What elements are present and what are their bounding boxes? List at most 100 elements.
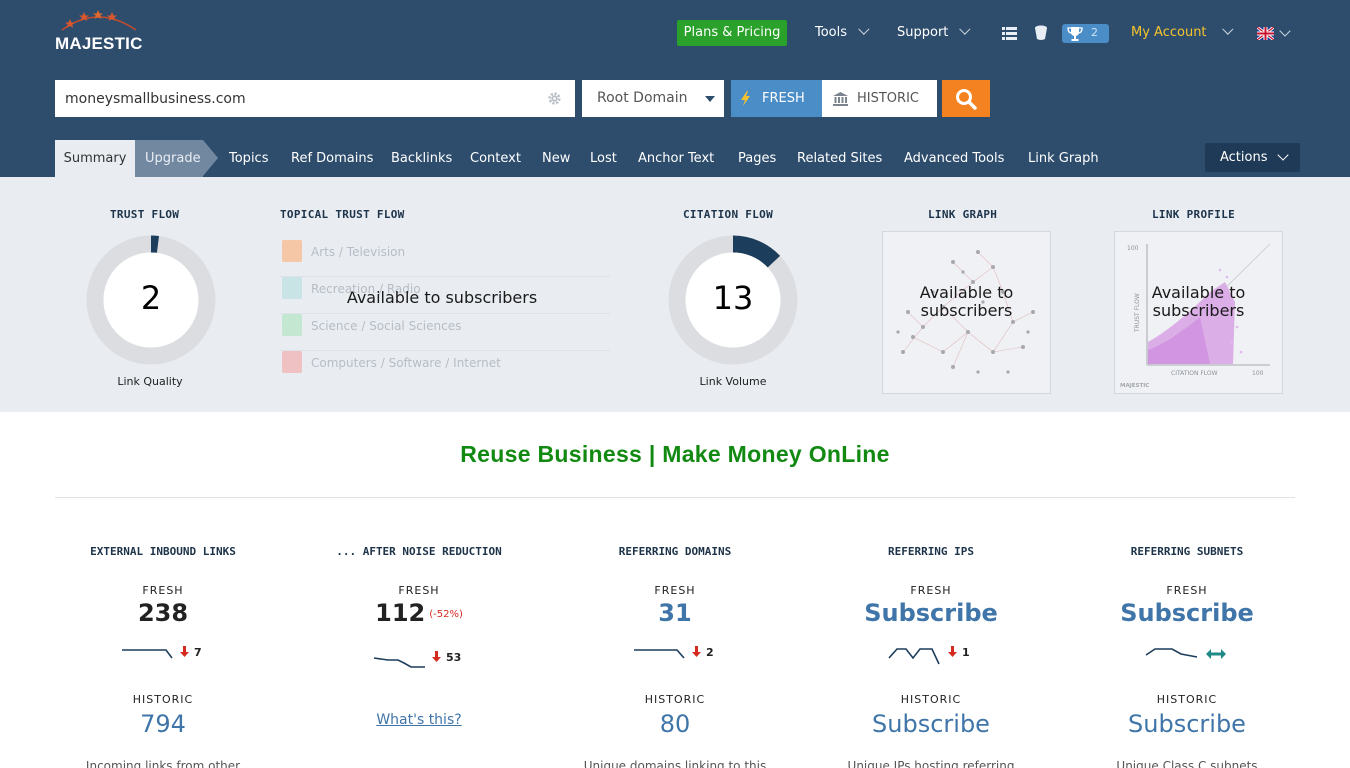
link-graph-title: LINK GRAPH: [928, 208, 998, 221]
whats-this-link[interactable]: What's this?: [307, 712, 531, 728]
stat-description: Incoming links from other: [85, 759, 241, 768]
trophy-count: 2: [1091, 26, 1098, 39]
chevron-down-icon: [1277, 149, 1289, 161]
uk-flag-icon[interactable]: [1257, 27, 1274, 40]
trust-flow-value: 2: [140, 279, 162, 317]
stat-title: ... AFTER NOISE REDUCTION: [336, 545, 502, 558]
tab-backlinks[interactable]: Backlinks: [391, 140, 452, 177]
stat-fresh-value[interactable]: Subscribe: [1075, 599, 1299, 627]
stat-description: Unique domains linking to this: [583, 759, 767, 768]
historic-label: HISTORIC: [857, 91, 919, 106]
arrow-down-icon: [948, 646, 957, 657]
scope-select-value: Root Domain: [597, 90, 688, 106]
nav-tools-label: Tools: [815, 25, 848, 40]
tab-advanced-tools[interactable]: Advanced Tools: [904, 140, 1004, 177]
nav-support-label: Support: [897, 25, 949, 40]
topic-row: Arts / Television: [280, 240, 610, 277]
top-header: MAJESTIC Plans & Pricing Tools Support 2…: [0, 0, 1350, 177]
stat-fresh-value: 112: [375, 599, 426, 627]
stat-title: REFERRING DOMAINS: [618, 545, 732, 558]
topical-trust-flow-title: TOPICAL TRUST FLOW: [280, 208, 405, 221]
link-graph-overlay[interactable]: Available to subscribers: [882, 284, 1051, 320]
tab-related-sites[interactable]: Related Sites: [797, 140, 882, 177]
domain-search-input[interactable]: [55, 80, 575, 117]
stat-historic-value[interactable]: 80: [563, 710, 787, 738]
link-profile-overlay[interactable]: Available to subscribers: [1114, 284, 1283, 320]
stat-historic-label: HISTORIC: [1156, 693, 1218, 706]
bucket-icon[interactable]: [1034, 25, 1048, 41]
tab-upgrade[interactable]: Upgrade: [135, 140, 203, 177]
lightning-icon: [741, 91, 750, 106]
search-button[interactable]: [942, 80, 990, 117]
bucket-list-icon[interactable]: [1002, 27, 1017, 40]
tab-topics[interactable]: Topics: [229, 140, 268, 177]
stat-title: REFERRING IPS: [887, 545, 975, 558]
plans-pricing-button[interactable]: Plans & Pricing: [677, 20, 787, 46]
sparkline: [888, 648, 940, 665]
language-chevron-icon[interactable]: [1279, 25, 1291, 37]
tab-new[interactable]: New: [542, 140, 570, 177]
sparkline: [1145, 648, 1198, 658]
profile-axis-x: CITATION FLOW: [1171, 370, 1218, 377]
gear-icon[interactable]: [547, 91, 562, 106]
fresh-index-button[interactable]: FRESH: [731, 80, 822, 117]
stat-fresh-value[interactable]: Subscribe: [819, 599, 1043, 627]
topic-swatch: [282, 351, 302, 373]
stat-delta-value: 7: [194, 646, 202, 659]
topical-subscribe-overlay[interactable]: Available to subscribers: [280, 288, 604, 307]
topic-label: Computers / Software / Internet: [311, 356, 501, 370]
topic-swatch: [282, 314, 302, 336]
sparkline: [122, 649, 173, 659]
actions-button[interactable]: Actions: [1205, 143, 1300, 172]
citation-flow-value: 13: [712, 279, 754, 317]
trust-flow-caption: Link Quality: [117, 375, 183, 388]
bank-icon: [833, 92, 848, 106]
scope-select[interactable]: Root Domain: [582, 80, 724, 117]
stat-historic-value[interactable]: Subscribe: [1075, 710, 1299, 738]
stat-historic-value[interactable]: 794: [51, 710, 275, 738]
tab-pages[interactable]: Pages: [738, 140, 776, 177]
majestic-logo[interactable]: MAJESTIC: [55, 10, 145, 54]
nav-account-label: My Account: [1131, 25, 1207, 40]
arrow-down-icon: [692, 646, 701, 657]
trophy-badge[interactable]: 2: [1062, 24, 1109, 43]
stat-historic-label: HISTORIC: [132, 693, 194, 706]
stat-delta: 53: [432, 651, 461, 664]
topic-label: Arts / Television: [311, 245, 406, 259]
link-profile-title: LINK PROFILE: [1152, 208, 1236, 221]
nav-my-account[interactable]: My Account: [1131, 23, 1234, 42]
stat-fresh-value-wrap: 112 (-52%): [307, 599, 531, 627]
stat-historic-label: HISTORIC: [644, 693, 706, 706]
trophy-icon: [1067, 27, 1083, 41]
topic-label: Science / Social Sciences: [311, 319, 462, 333]
search-icon: [956, 89, 977, 110]
link-profile-overlay-line2: subscribers: [1152, 301, 1245, 320]
sparkline: [634, 649, 685, 659]
tab-ref-domains[interactable]: Ref Domains: [291, 140, 373, 177]
stat-delta-value: 53: [446, 651, 462, 664]
topic-swatch: [282, 240, 302, 262]
historic-index-button[interactable]: HISTORIC: [822, 80, 937, 117]
arrow-both-icon: [1206, 649, 1226, 659]
stat-fresh-value[interactable]: 31: [563, 599, 787, 627]
tab-summary[interactable]: Summary: [55, 140, 135, 177]
nav-tools[interactable]: Tools: [815, 23, 870, 42]
stat-historic-value[interactable]: Subscribe: [819, 710, 1043, 738]
tab-lost[interactable]: Lost: [590, 140, 617, 177]
profile-max-x: 100: [1252, 370, 1264, 377]
nav-support[interactable]: Support: [897, 23, 971, 42]
tab-context[interactable]: Context: [470, 140, 521, 177]
trust-flow-title: TRUST FLOW: [110, 208, 180, 221]
actions-label: Actions: [1220, 150, 1268, 165]
link-profile-overlay-line1: Available to: [1151, 283, 1246, 302]
stat-title: EXTERNAL INBOUND LINKS: [90, 545, 236, 558]
stat-fresh-label: FRESH: [398, 584, 440, 597]
site-title: Reuse Business | Make Money OnLine: [460, 441, 890, 467]
chevron-down-icon: [858, 23, 870, 35]
topic-row: Science / Social Sciences: [280, 314, 610, 351]
arrow-down-icon: [432, 651, 441, 662]
tab-anchor-text[interactable]: Anchor Text: [638, 140, 714, 177]
profile-max-y: 100: [1127, 245, 1139, 252]
caret-down-icon: [705, 96, 715, 102]
tab-link-graph[interactable]: Link Graph: [1028, 140, 1099, 177]
